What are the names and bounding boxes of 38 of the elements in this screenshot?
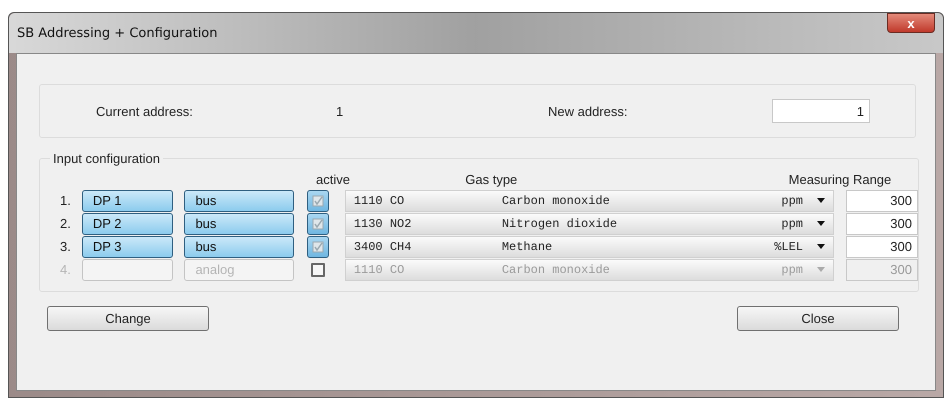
device-name-button[interactable]: DP 1 [82,190,174,212]
gas-type-dropdown[interactable]: 1130 NO2 Nitrogen dioxide ppm [344,212,834,234]
active-checkbox[interactable] [306,212,329,234]
current-address-label: Current address: [96,104,194,118]
caret-icon [817,198,825,203]
row-number: 1. [60,193,72,208]
caret-icon [817,221,825,226]
change-button[interactable]: Change [47,306,209,331]
active-checkbox[interactable] [306,190,329,212]
mode-button[interactable]: bus [184,236,294,258]
close-dialog-button[interactable]: Close [737,306,899,331]
range-field[interactable]: 300 [846,212,918,234]
row-number: 4. [60,262,72,277]
row-number: 2. [60,216,72,231]
mode-button[interactable]: bus [184,212,294,234]
range-field[interactable]: 300 [846,236,918,258]
group-title: Input configuration [50,151,163,166]
current-address-value: 1 [336,104,344,118]
caret-icon [817,267,825,272]
range-field[interactable]: 300 [846,190,918,212]
checkmark-icon [312,240,324,252]
active-checkbox[interactable] [306,236,329,258]
window-title: SB Addressing + Configuration [17,26,218,41]
checkmark-icon [312,194,324,206]
window-close-button[interactable]: x [887,13,935,33]
new-address-label: New address: [548,104,628,118]
mode-button[interactable]: bus [184,190,294,212]
column-header: Gas type [465,172,518,186]
checkmark-icon [312,218,324,230]
device-name-button[interactable]: DP 2 [82,212,174,234]
column-header: Measuring Range [788,172,892,186]
column-header: active [316,172,351,186]
new-address-field[interactable]: 1 [772,99,870,123]
gas-type-dropdown[interactable]: 1110 CO Carbon monoxide ppm [344,190,834,212]
row-number: 3. [60,239,72,254]
device-name-button[interactable]: DP 3 [82,236,174,258]
caret-icon [817,244,825,249]
gas-type-dropdown[interactable]: 3400 CH4 Methane %LEL [344,236,834,258]
